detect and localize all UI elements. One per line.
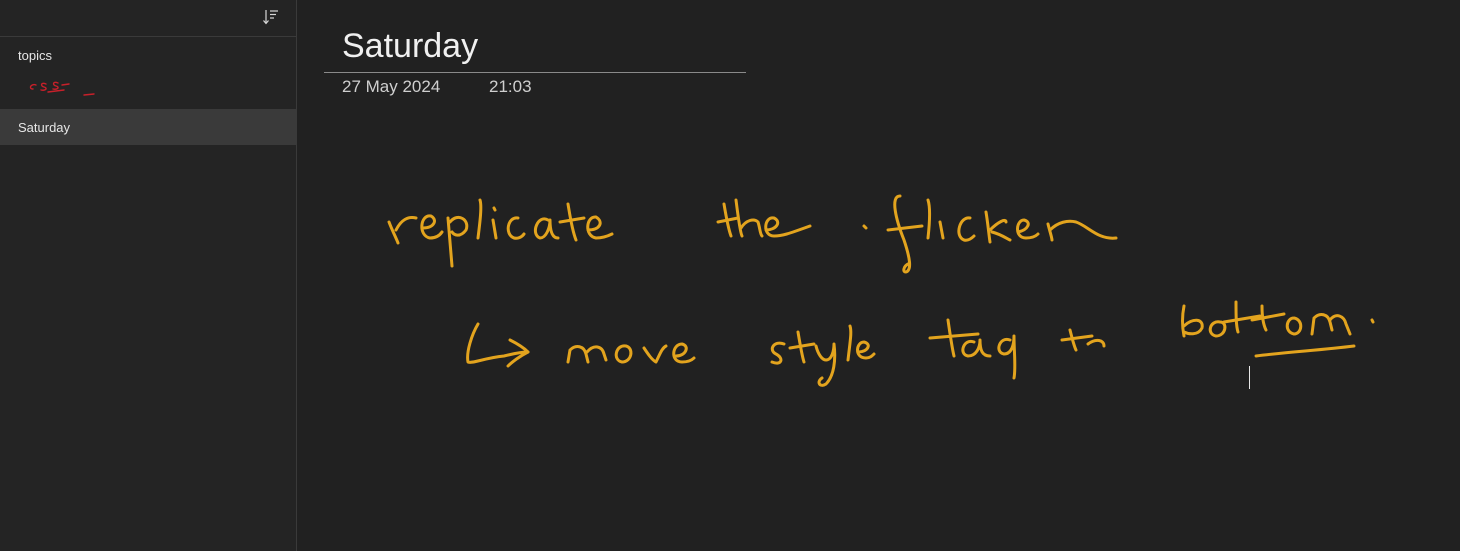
ink-line-2 — [466, 300, 1375, 387]
ink-line-1 — [387, 194, 1118, 274]
sort-descending-icon — [263, 10, 278, 25]
page-item-saturday[interactable]: Saturday — [0, 109, 296, 145]
section-ink-thumbnail — [29, 81, 95, 96]
section-item-topics[interactable]: topics — [0, 37, 296, 109]
text-caret — [1249, 366, 1250, 389]
page-item-label: Saturday — [18, 120, 71, 135]
handwritten-ink — [387, 194, 1375, 387]
page-list-sidebar: topics Saturday — [0, 0, 297, 551]
notes-app-window: topics Saturday Saturday 27 May 2024 21:… — [0, 0, 1460, 551]
section-title: topics — [18, 48, 52, 63]
sort-button[interactable] — [260, 6, 282, 28]
note-canvas[interactable]: Saturday 27 May 2024 21:03 — [298, 0, 1460, 551]
sidebar-toolbar — [0, 0, 296, 37]
